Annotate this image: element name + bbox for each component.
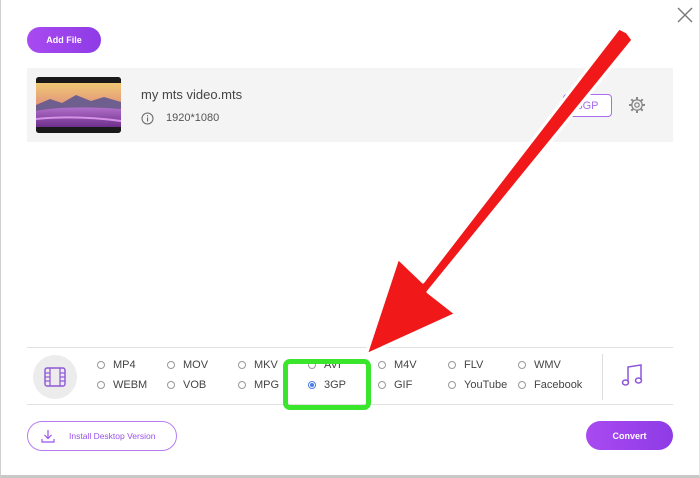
format-option-wmv[interactable]: WMV — [518, 358, 561, 372]
radio-button[interactable] — [238, 361, 246, 369]
file-name: my mts video.mts — [141, 87, 243, 102]
radio-button[interactable] — [167, 361, 175, 369]
format-option-mov[interactable]: MOV — [167, 358, 208, 372]
format-option-gif[interactable]: GIF — [378, 378, 412, 392]
format-label: 3GP — [324, 379, 347, 391]
format-option-mkv[interactable]: MKV — [238, 358, 278, 372]
format-label: MPG — [254, 379, 280, 391]
format-label: YouTube — [464, 379, 508, 391]
convert-button[interactable]: Convert — [586, 421, 673, 450]
output-format-badge[interactable]: 3GP — [563, 94, 612, 117]
format-label: WMV — [534, 359, 561, 371]
info-icon[interactable] — [141, 112, 154, 125]
format-option-youtube[interactable]: YouTube — [448, 378, 507, 392]
format-selection-panel: MP4 MOV MKV AVI M4V FLV WMV WEBM VOB MPG… — [27, 347, 673, 405]
close-icon[interactable] — [676, 6, 694, 24]
format-label: Facebook — [534, 379, 583, 391]
radio-button[interactable] — [97, 381, 105, 389]
format-label: MP4 — [113, 359, 136, 371]
radio-button[interactable] — [378, 381, 386, 389]
video-format-tab[interactable] — [33, 355, 77, 399]
format-option-m4v[interactable]: M4V — [378, 358, 417, 372]
file-resolution: 1920*1080 — [166, 112, 220, 124]
format-label: M4V — [394, 359, 417, 371]
music-note-icon[interactable] — [617, 361, 647, 391]
film-icon — [44, 367, 66, 387]
format-label: FLV — [464, 359, 484, 371]
install-desktop-button[interactable]: Install Desktop Version — [27, 421, 177, 451]
radio-button[interactable] — [378, 361, 386, 369]
format-option-avi[interactable]: AVI — [308, 358, 341, 372]
radio-button[interactable] — [97, 361, 105, 369]
radio-button[interactable] — [448, 381, 456, 389]
format-label: MKV — [254, 359, 278, 371]
format-option-vob[interactable]: VOB — [167, 378, 206, 392]
format-label: VOB — [183, 379, 207, 391]
radio-selected-icon[interactable] — [308, 381, 316, 389]
add-file-button[interactable]: Add File — [27, 27, 101, 53]
download-icon — [41, 430, 55, 443]
format-label: AVI — [324, 359, 341, 371]
settings-gear-icon[interactable] — [628, 96, 646, 114]
format-option-flv[interactable]: FLV — [448, 358, 483, 372]
format-option-mp4[interactable]: MP4 — [97, 358, 136, 372]
radio-button[interactable] — [308, 361, 316, 369]
radio-button[interactable] — [518, 381, 526, 389]
radio-button[interactable] — [448, 361, 456, 369]
format-label: WEBM — [113, 379, 148, 391]
radio-button[interactable] — [167, 381, 175, 389]
video-thumbnail — [36, 77, 121, 133]
file-list-item: my mts video.mts 1920*1080 3GP — [27, 68, 673, 142]
format-label: MOV — [183, 359, 209, 371]
format-label: GIF — [394, 379, 413, 391]
format-option-facebook[interactable]: Facebook — [518, 378, 582, 392]
format-option-webm[interactable]: WEBM — [97, 378, 147, 392]
divider — [602, 354, 603, 400]
radio-button[interactable] — [238, 381, 246, 389]
install-label: Install Desktop Version — [69, 431, 156, 441]
format-option-mpg[interactable]: MPG — [238, 378, 279, 392]
format-option-3gp[interactable]: 3GP — [308, 378, 346, 392]
radio-button[interactable] — [518, 361, 526, 369]
